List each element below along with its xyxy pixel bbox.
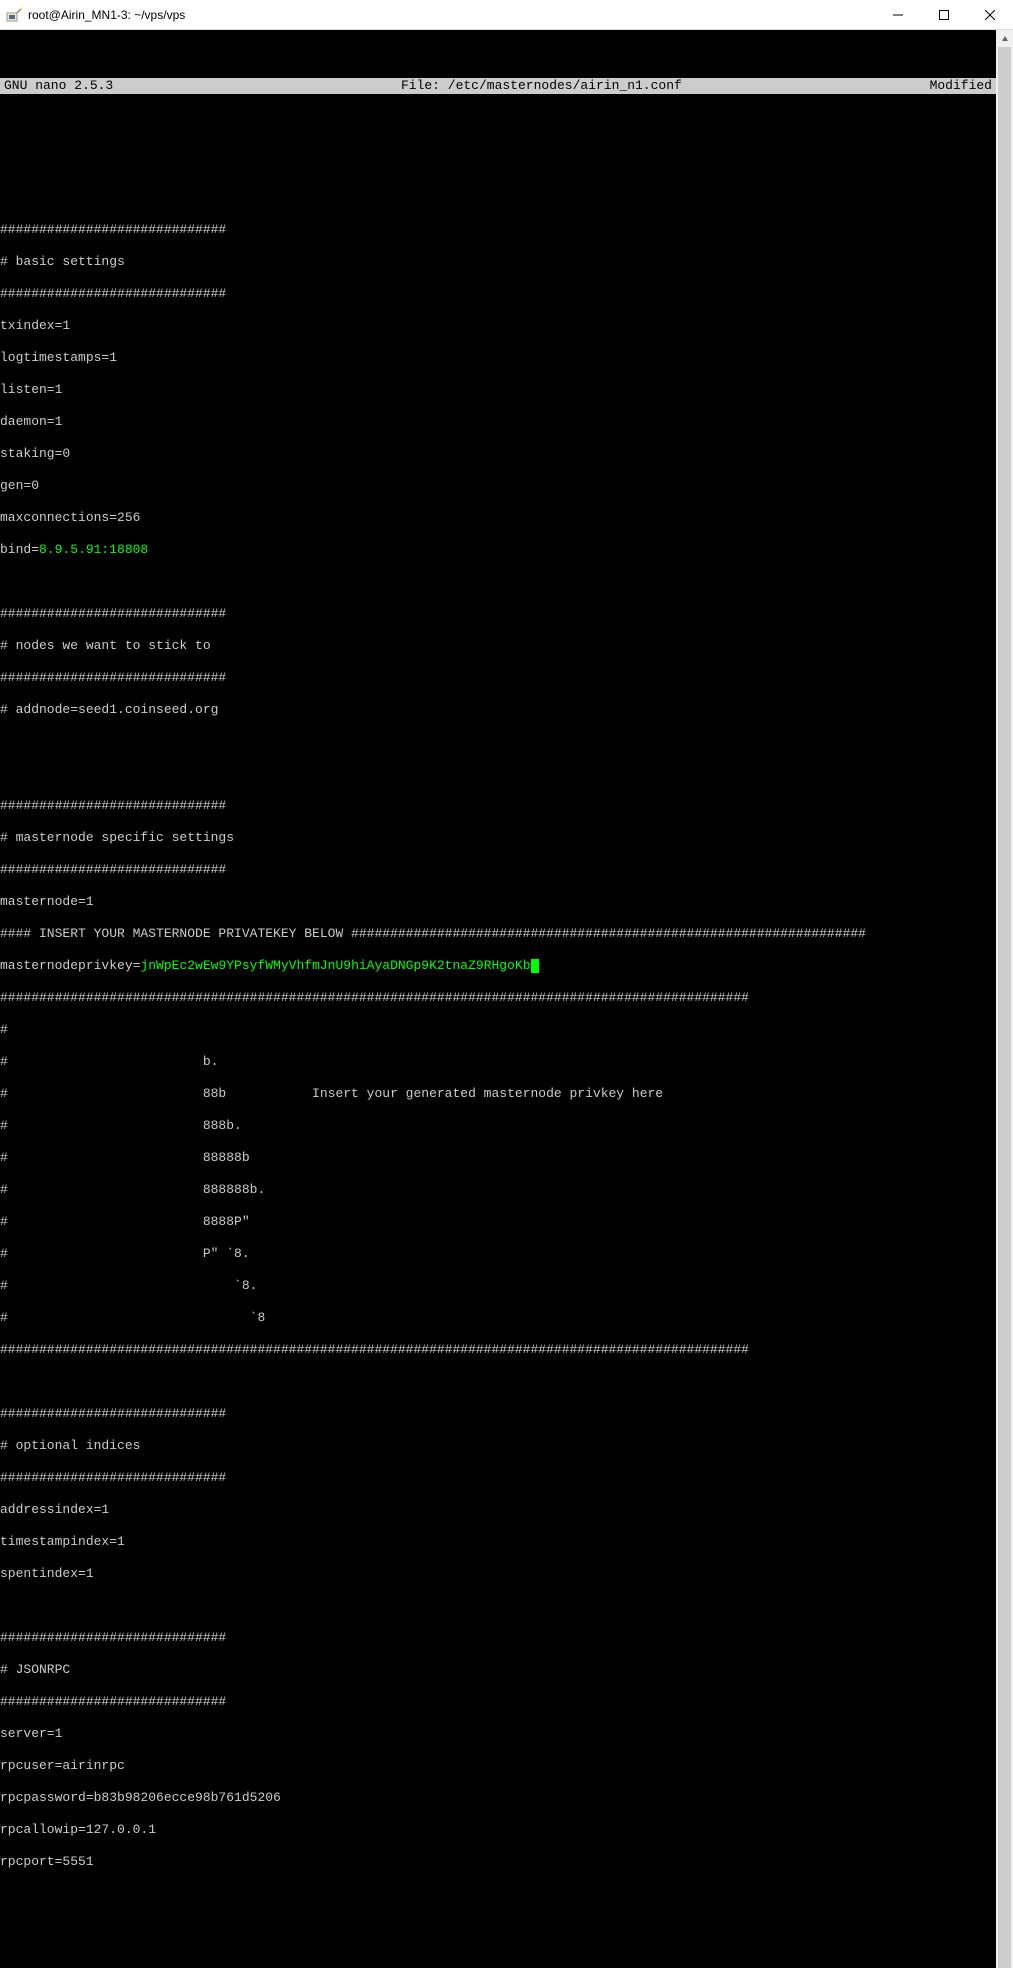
cfg-maxconn: maxconnections=256 — [0, 510, 996, 526]
cfg-listen: listen=1 — [0, 382, 996, 398]
cfg-rpcport: rpcport=5551 — [0, 1854, 996, 1870]
cfg-logtimestamps: logtimestamps=1 — [0, 350, 996, 366]
ascii-art: # P" `8. — [0, 1246, 996, 1262]
section-basic: # basic settings — [0, 254, 996, 270]
sep: ############################# — [0, 798, 996, 814]
cfg-bind: bind=8.9.5.91:18808 — [0, 542, 996, 558]
scroll-up-button[interactable] — [996, 30, 1013, 47]
sep: ############################# — [0, 862, 996, 878]
cfg-txindex: txindex=1 — [0, 318, 996, 334]
scroll-track[interactable] — [996, 47, 1013, 1968]
cfg-rpcpassword: rpcpassword=b83b98206ecce98b761d5206 — [0, 1790, 996, 1806]
ascii-art: # `8 — [0, 1310, 996, 1326]
window-titlebar: root@Airin_MN1-3: ~/vps/vps — [0, 0, 1013, 30]
ascii-art: # 8888P" — [0, 1214, 996, 1230]
cfg-server: server=1 — [0, 1726, 996, 1742]
nano-status: Modified — [930, 78, 992, 94]
section-nodes: # nodes we want to stick to — [0, 638, 996, 654]
cfg-addressindex: addressindex=1 — [0, 1502, 996, 1518]
cfg-mnprivkey: masternodeprivkey=jnWpEc2wEw9YPsyfWMyVhf… — [0, 958, 996, 974]
section-jsonrpc: # JSONRPC — [0, 1662, 996, 1678]
sep: ############################# — [0, 222, 996, 238]
terminal[interactable]: GNU nano 2.5.3 File: /etc/masternodes/ai… — [0, 30, 996, 1968]
ascii-art: # — [0, 1022, 996, 1038]
maximize-button[interactable] — [921, 0, 967, 30]
cfg-masternode: masternode=1 — [0, 894, 996, 910]
cfg-rpcallowip: rpcallowip=127.0.0.1 — [0, 1822, 996, 1838]
scrollbar[interactable] — [996, 30, 1013, 1968]
cfg-spentindex: spentindex=1 — [0, 1566, 996, 1582]
cfg-addnode: # addnode=seed1.coinseed.org — [0, 702, 996, 718]
sep: ############################# — [0, 286, 996, 302]
ascii-art: # 888b. — [0, 1118, 996, 1134]
cfg-rpcuser: rpcuser=airinrpc — [0, 1758, 996, 1774]
minimize-button[interactable] — [875, 0, 921, 30]
section-optional: # optional indices — [0, 1438, 996, 1454]
sep-long: ########################################… — [0, 990, 996, 1006]
sep-long: ########################################… — [0, 1342, 996, 1358]
putty-icon — [6, 7, 22, 23]
ascii-art: # b. — [0, 1054, 996, 1070]
nano-version: GNU nano 2.5.3 — [4, 78, 153, 94]
sep: ############################# — [0, 606, 996, 622]
ascii-art: # 88888b — [0, 1150, 996, 1166]
sep: ############################# — [0, 670, 996, 686]
close-button[interactable] — [967, 0, 1013, 30]
sep: ############################# — [0, 1694, 996, 1710]
sep: ############################# — [0, 1470, 996, 1486]
insert-banner: #### INSERT YOUR MASTERNODE PRIVATEKEY B… — [0, 926, 996, 942]
cursor — [531, 959, 539, 973]
nano-header: GNU nano 2.5.3 File: /etc/masternodes/ai… — [0, 78, 996, 94]
cfg-staking: staking=0 — [0, 446, 996, 462]
sep: ############################# — [0, 1406, 996, 1422]
cfg-timestampindex: timestampindex=1 — [0, 1534, 996, 1550]
cfg-daemon: daemon=1 — [0, 414, 996, 430]
section-mn: # masternode specific settings — [0, 830, 996, 846]
sep: ############################# — [0, 1630, 996, 1646]
editor-content[interactable]: ############################# # basic se… — [0, 142, 996, 1968]
ascii-art: # 888888b. — [0, 1182, 996, 1198]
scroll-thumb[interactable] — [998, 47, 1011, 1968]
ascii-art: # 88b Insert your generated masternode p… — [0, 1086, 996, 1102]
window-title: root@Airin_MN1-3: ~/vps/vps — [28, 8, 875, 22]
nano-file: File: /etc/masternodes/airin_n1.conf — [153, 78, 929, 94]
window-controls — [875, 0, 1013, 30]
cfg-gen: gen=0 — [0, 478, 996, 494]
ascii-art: # `8. — [0, 1278, 996, 1294]
